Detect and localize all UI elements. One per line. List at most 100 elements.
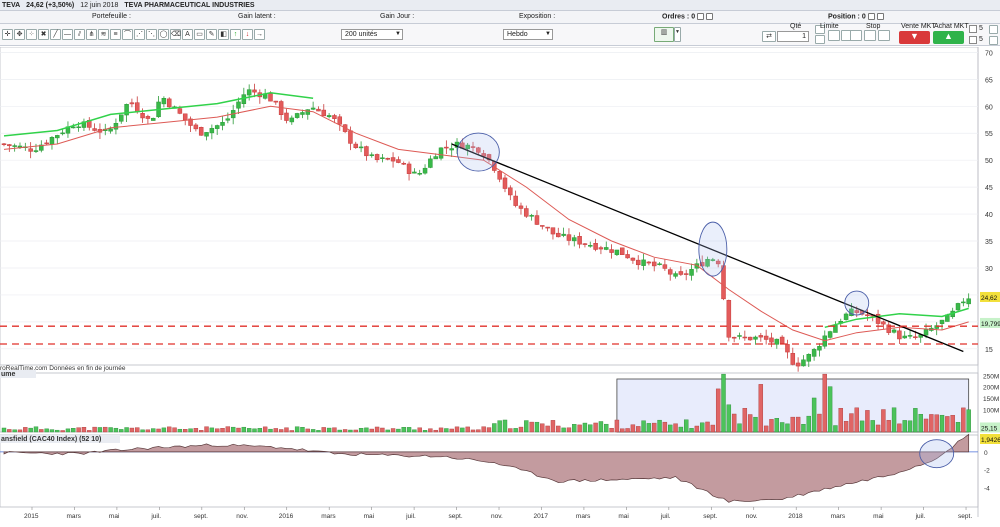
buy-mkt-label: Achat MKT <box>934 23 969 30</box>
volume-bar <box>881 409 886 433</box>
period-select[interactable]: Hebdo ▼ <box>503 29 553 40</box>
stop-extra-icon[interactable] <box>878 30 890 41</box>
candle-body <box>561 233 566 236</box>
position-gear-icon[interactable] <box>867 13 875 20</box>
qty-down-arrow-icon[interactable] <box>989 36 998 45</box>
position-list-icon[interactable] <box>876 13 884 20</box>
volume-bar <box>396 428 401 433</box>
arc-tool-icon[interactable]: ⌒ <box>122 29 133 40</box>
volume-bar <box>790 416 795 433</box>
trash-icon[interactable]: ⌫ <box>170 29 181 40</box>
candle-body <box>12 145 17 147</box>
ordres-gear-icon[interactable] <box>697 13 705 20</box>
portefeuille-label: Portefeuille : <box>92 13 131 20</box>
x-tick-label: nov. <box>746 513 758 520</box>
channel-tool-icon[interactable]: ⫽ <box>74 29 85 40</box>
fibo-tool-icon[interactable]: ≡ <box>110 29 121 40</box>
chart-type-chevron-icon[interactable]: ▼ <box>674 27 681 42</box>
gann-tool-icon[interactable]: ⋱ <box>146 29 157 40</box>
volume-bar <box>209 427 215 433</box>
delete-icon[interactable]: ✖ <box>38 29 49 40</box>
volume-bar <box>646 423 652 433</box>
text-tool-icon[interactable]: A <box>182 29 193 40</box>
candle-body <box>795 362 801 367</box>
volume-bar <box>806 415 811 433</box>
fork-tool-icon[interactable]: ⋔ <box>86 29 97 40</box>
volume-bar <box>822 373 827 433</box>
arrow-up-icon[interactable]: ↑ <box>230 29 241 40</box>
volume-bar <box>668 424 673 433</box>
arrow-down-icon[interactable]: ↓ <box>242 29 253 40</box>
stop-up-icon[interactable] <box>850 30 862 41</box>
pan-icon[interactable]: ✥ <box>14 29 25 40</box>
candle-body <box>614 249 620 255</box>
volume-bar <box>220 428 225 433</box>
volume-bar <box>891 407 897 433</box>
volume-bar <box>742 408 748 433</box>
chart-type-icon[interactable]: ▥ <box>654 27 674 42</box>
volume-bar <box>486 427 492 433</box>
candle-body <box>673 273 678 277</box>
volume-bar <box>470 429 476 433</box>
qty-input[interactable]: 1 <box>777 31 809 42</box>
qty-up-arrow-icon[interactable] <box>989 25 998 34</box>
candle-body <box>939 319 945 324</box>
limit-up-icon[interactable] <box>828 30 840 41</box>
volume-bar <box>689 428 694 433</box>
crosshair-icon[interactable]: ✛ <box>2 29 13 40</box>
candle-body <box>28 148 33 152</box>
candle-body <box>588 245 593 247</box>
candle-body <box>60 132 65 135</box>
fan-tool-icon[interactable]: ⋰ <box>134 29 145 40</box>
volume-bar <box>694 425 700 433</box>
x-tick-label: juil. <box>660 513 671 520</box>
candle-body <box>92 128 97 131</box>
volume-bar <box>865 410 870 433</box>
quantity-select[interactable]: 200 unités ▼ <box>341 29 403 40</box>
volume-bar <box>582 422 588 433</box>
volume-bar <box>545 425 550 433</box>
volume-bar <box>897 423 902 433</box>
stop-down-icon[interactable] <box>864 30 876 41</box>
volume-bar <box>763 425 769 433</box>
volume-bar <box>715 388 721 433</box>
volume-bar <box>854 407 859 433</box>
candle-body <box>49 137 55 145</box>
candle-body <box>166 98 172 108</box>
price-tick-label: 65 <box>985 77 993 84</box>
buy-mkt-button[interactable]: ▲ <box>933 31 964 44</box>
volume-bar <box>129 427 135 433</box>
volume-bar <box>156 428 161 433</box>
candle-body <box>753 336 758 340</box>
price-chart[interactable]: 70656055504540353025201524,6219,799roRea… <box>0 47 1000 527</box>
ellipse-tool-icon[interactable]: ◯ <box>158 29 169 40</box>
qty-icon[interactable]: ⇄ <box>762 31 776 42</box>
last-price-badge-text: 24,62 <box>981 295 998 302</box>
candle-body <box>657 263 662 266</box>
qty-down-icon[interactable] <box>815 35 825 44</box>
checkbox-2[interactable] <box>969 36 977 44</box>
parallel-tool-icon[interactable]: ≋ <box>98 29 109 40</box>
volume-bar <box>801 424 806 433</box>
dots-icon[interactable]: ⁘ <box>26 29 37 40</box>
ordres-list-icon[interactable] <box>706 13 714 20</box>
candle-body <box>177 108 183 114</box>
checkbox-1[interactable] <box>969 25 977 33</box>
fill-tool-icon[interactable]: ◧ <box>218 29 229 40</box>
candle-body <box>524 208 529 217</box>
candle-body <box>129 102 135 105</box>
hline-tool-icon[interactable]: — <box>62 29 73 40</box>
arrow-right-icon[interactable]: → <box>254 29 265 40</box>
candle-body <box>353 143 359 148</box>
line-tool-icon[interactable]: ╱ <box>50 29 61 40</box>
ma-price-badge-text: 19,799 <box>981 321 1000 328</box>
rect-tool-icon[interactable]: ▭ <box>194 29 205 40</box>
sell-mkt-button[interactable]: ▼ <box>899 31 930 44</box>
candle-body <box>289 117 295 123</box>
volume-bar <box>177 428 183 433</box>
candle-body <box>268 93 273 102</box>
candle-body <box>348 130 353 144</box>
volume-bar <box>598 421 604 433</box>
note-tool-icon[interactable]: ✎ <box>206 29 217 40</box>
candle-body <box>619 247 625 255</box>
